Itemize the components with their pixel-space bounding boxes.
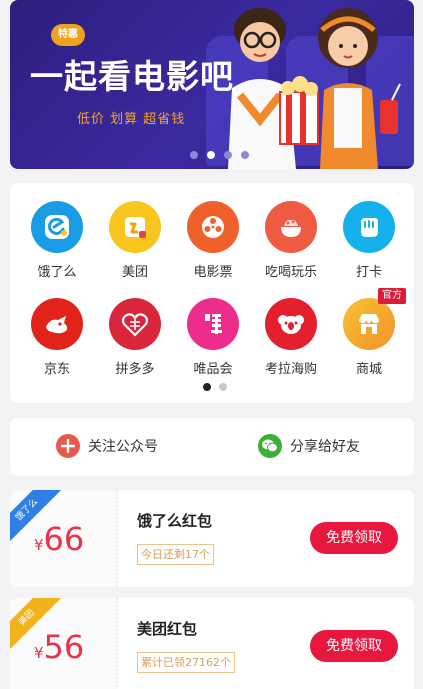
coupon-value: 56 [43,628,85,666]
service-grid-card: 饿了么 美团 电影票 吃喝玩乐 打卡 京东 拼多多 唯品会 考拉海购 商城 官方 [10,183,414,403]
action-bar: 关注公众号 分享给好友 [10,418,414,476]
coupon-card-eleme[interactable]: 饿了么 ¥66 饿了么红包 今日还剩17个 免费领取 [10,490,414,587]
share-friends-button[interactable]: 分享给好友 [258,434,360,458]
grid-item-store[interactable]: 商城 官方 [330,288,408,377]
pinduoduo-icon [109,298,161,350]
meituan-icon [109,201,161,253]
grid-item-eleme[interactable]: 饿了么 [18,201,96,280]
grid-item-food-fun[interactable]: 吃喝玩乐 [252,201,330,280]
grid-item-checkin[interactable]: 打卡 [330,201,408,280]
coupon-currency: ¥ [34,644,44,662]
jd-dog-icon [31,298,83,350]
banner-title: 一起看电影吧 [30,57,234,96]
coupon-value: 66 [43,520,85,558]
share-friends-label: 分享给好友 [290,439,360,455]
grid-page-dot-active[interactable] [203,383,211,391]
coupon-card-meituan[interactable]: 美团 ¥56 美团红包 累计已领27162个 免费领取 [10,598,414,689]
koala-icon [265,298,317,350]
grid-item-movie-tickets[interactable]: 电影票 [174,201,252,280]
grid-pagination[interactable] [203,383,227,391]
follow-account-button[interactable]: 关注公众号 [56,434,158,458]
coupon-name: 饿了么红包 [137,512,213,530]
couple-popcorn-illustration [228,8,401,169]
coupon-name: 美团红包 [137,620,198,638]
claim-coupon-button[interactable]: 免费领取 [310,630,398,662]
eleme-icon [31,201,83,253]
grid-item-label: 考拉海购 [264,362,317,377]
grid-item-label: 饿了么 [37,265,77,280]
banner-dot[interactable] [241,151,249,159]
store-icon [343,298,395,350]
grid-item-vip[interactable]: 唯品会 [174,298,252,377]
grid-item-label: 吃喝玩乐 [264,265,317,280]
claim-coupon-button[interactable]: 免费领取 [310,522,398,554]
grid-item-label: 商城 [355,362,382,377]
grid-item-jd[interactable]: 京东 [18,298,96,377]
service-grid: 饿了么 美团 电影票 吃喝玩乐 打卡 京东 拼多多 唯品会 考拉海购 商城 官方 [18,201,410,377]
grid-item-label: 唯品会 [193,362,233,377]
banner-tag: 特惠 [51,24,85,46]
coupon-note: 累计已领27162个 [137,652,235,673]
plus-circle-icon [56,434,80,458]
banner-dot[interactable] [224,151,232,159]
coupon-amount: ¥66 [34,520,84,558]
grid-item-label: 打卡 [355,265,382,280]
food-bowl-icon [265,201,317,253]
grid-item-label: 美团 [121,265,148,280]
grid-item-kaola[interactable]: 考拉海购 [252,298,330,377]
wechat-icon [258,434,282,458]
fist-icon [343,201,395,253]
grid-item-label: 拼多多 [115,362,155,377]
banner-dot[interactable] [190,151,198,159]
vip-icon [187,298,239,350]
coupon-amount: ¥56 [34,628,84,666]
grid-item-label: 电影票 [193,265,233,280]
movie-banner[interactable]: 特惠 一起看电影吧 低价 划算 超省钱 [10,0,414,169]
official-badge: 官方 [378,288,406,304]
grid-item-label: 京东 [43,362,70,377]
banner-pagination[interactable] [190,151,249,159]
banner-dot-active[interactable] [207,151,215,159]
grid-page-dot[interactable] [219,383,227,391]
follow-account-label: 关注公众号 [88,439,158,455]
coupon-currency: ¥ [34,536,44,554]
grid-item-pinduoduo[interactable]: 拼多多 [96,298,174,377]
banner-subtitle: 低价 划算 超省钱 [77,112,186,127]
grid-item-meituan[interactable]: 美团 [96,201,174,280]
film-reel-icon [187,201,239,253]
coupon-note: 今日还剩17个 [137,544,214,565]
